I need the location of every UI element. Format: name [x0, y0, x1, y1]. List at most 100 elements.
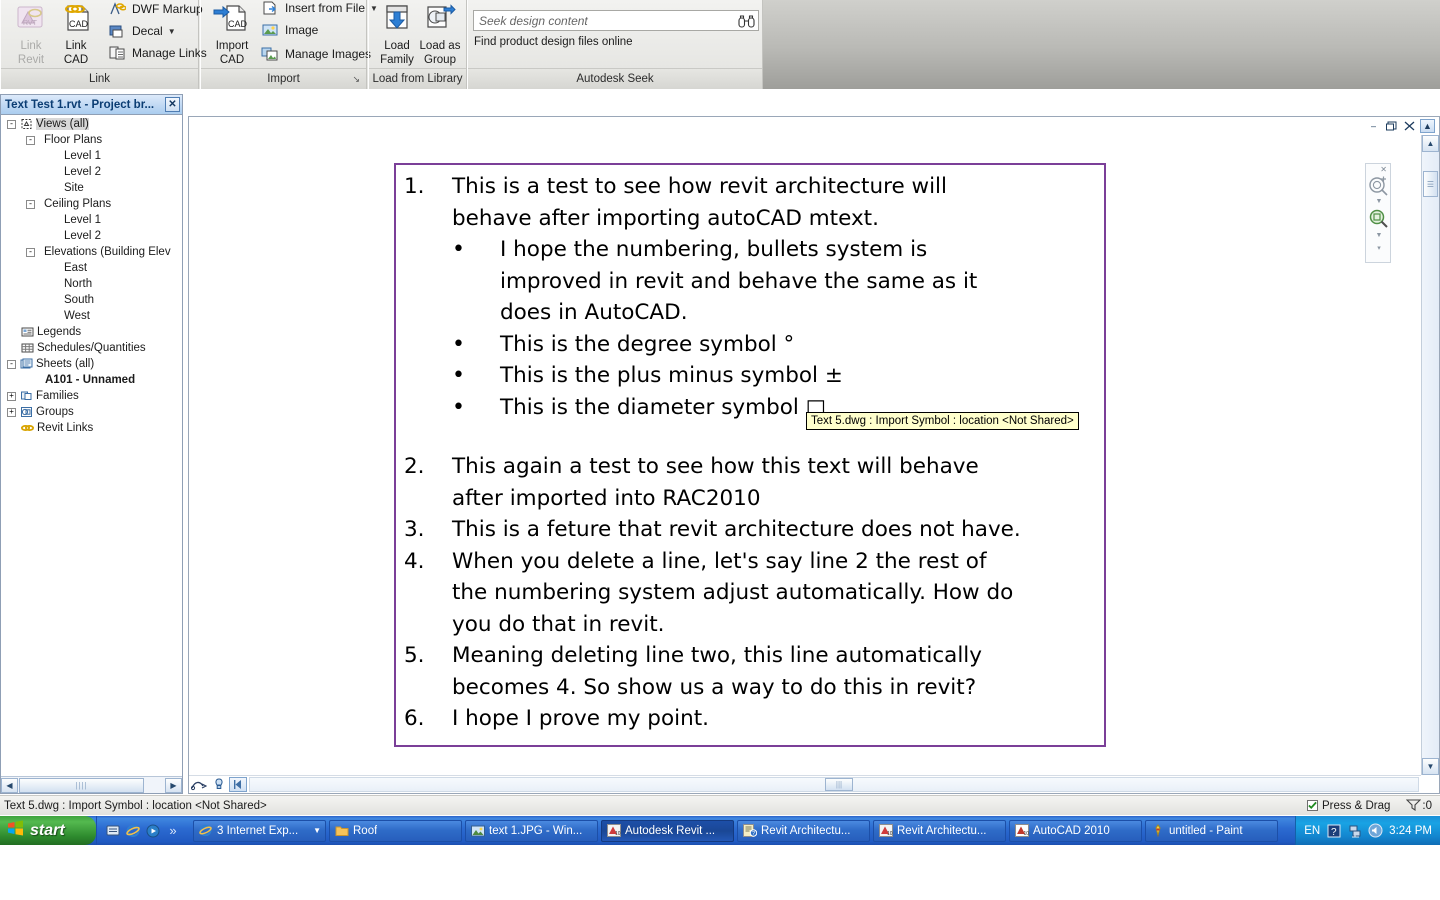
- binoculars-icon[interactable]: [734, 14, 758, 28]
- drawing-horizontal-scrollbar[interactable]: |||: [189, 775, 1421, 793]
- taskbar-button[interactable]: 10Revit Architectu...: [873, 820, 1006, 842]
- panel-title-autodesk-seek: Autodesk Seek: [468, 68, 762, 89]
- view-close-button[interactable]: [1402, 119, 1417, 133]
- tree-item-site[interactable]: Site: [1, 180, 182, 196]
- seek-input[interactable]: Seek design content: [474, 14, 734, 28]
- collapse-icon[interactable]: -: [26, 200, 35, 209]
- filter-icon[interactable]: [1406, 798, 1421, 814]
- project-browser-tree[interactable]: -Views (all)-Floor PlansLevel 1Level 2Si…: [1, 116, 182, 771]
- collapse-icon[interactable]: -: [26, 248, 35, 257]
- taskbar-button[interactable]: untitled - Paint: [1145, 820, 1278, 842]
- taskbar-button[interactable]: text 1.JPG - Win...: [465, 820, 598, 842]
- horizontal-scroll-thumb[interactable]: |||: [825, 778, 853, 791]
- taskbar-button[interactable]: ?Revit Architectu...: [737, 820, 870, 842]
- scroll-left-button[interactable]: ◀: [1, 778, 18, 793]
- navigation-bar[interactable]: ✕ ▼ ▼ ▾: [1365, 163, 1391, 263]
- tree-leaf-marker: [58, 166, 61, 179]
- press-and-drag-toggle[interactable]: Press & Drag: [1307, 800, 1390, 812]
- import-dialog-launcher-icon[interactable]: ↘: [352, 74, 360, 85]
- tree-item-revit-links[interactable]: Revit Links: [1, 420, 182, 436]
- media-player-icon[interactable]: [145, 823, 161, 839]
- press-and-drag-checkbox[interactable]: [1307, 800, 1318, 811]
- tree-item-schedules-quantities[interactable]: Schedules/Quantities: [1, 340, 182, 356]
- navigation-bar-close-icon[interactable]: ✕: [1380, 165, 1387, 174]
- view-minimize-button[interactable]: –: [1366, 119, 1381, 133]
- tree-item-sheets-all[interactable]: -Sheets (all): [1, 356, 182, 372]
- language-indicator[interactable]: EN: [1304, 825, 1320, 837]
- drawing-vertical-scrollbar[interactable]: ▲ ☰ ▼: [1421, 135, 1439, 775]
- tree-item-elevations-building-elev[interactable]: -Elevations (Building Elev: [1, 244, 182, 260]
- collapse-icon[interactable]: -: [7, 360, 16, 369]
- scroll-thumb[interactable]: ||||: [19, 778, 144, 793]
- taskbar-button[interactable]: 10Autodesk Revit ...: [601, 820, 734, 842]
- show-desktop-icon[interactable]: [105, 823, 121, 839]
- taskbar-button[interactable]: 3 Internet Exp...▼: [193, 820, 326, 842]
- project-browser-close-icon[interactable]: ✕: [165, 97, 180, 112]
- vertical-scroll-thumb[interactable]: ☰: [1423, 171, 1438, 197]
- tree-item-label: Ceiling Plans: [44, 198, 111, 210]
- collapse-icon[interactable]: -: [7, 120, 16, 129]
- decal-button[interactable]: Decal ▼: [106, 20, 176, 42]
- tree-item-ceiling-plans[interactable]: -Ceiling Plans: [1, 196, 182, 212]
- network-icon[interactable]: [1347, 823, 1362, 838]
- tree-item-east[interactable]: East: [1, 260, 182, 276]
- taskbar-buttons: 3 Internet Exp...▼Rooftext 1.JPG - Win..…: [187, 820, 1295, 842]
- tree-item-north[interactable]: North: [1, 276, 182, 292]
- decal-chevron-down-icon[interactable]: ▼: [168, 27, 176, 36]
- tree-item-families[interactable]: +Families: [1, 388, 182, 404]
- taskbar-group-chevron-down-icon[interactable]: ▼: [313, 826, 321, 835]
- tree-item-groups[interactable]: +Groups: [1, 404, 182, 420]
- scale-icon[interactable]: [189, 777, 209, 793]
- tree-item-a101-unnamed[interactable]: A101 - Unnamed: [1, 372, 182, 388]
- project-browser-horizontal-scrollbar[interactable]: ◀ |||| ▶: [1, 776, 182, 793]
- tree-item-west[interactable]: West: [1, 308, 182, 324]
- tree-item-floor-plans[interactable]: -Floor Plans: [1, 132, 182, 148]
- insert-from-file-button[interactable]: Insert from File ▼: [259, 0, 378, 19]
- tree-item-level-2[interactable]: Level 2: [1, 228, 182, 244]
- help-icon[interactable]: ?: [1326, 823, 1341, 838]
- start-button[interactable]: start: [0, 816, 96, 845]
- selection-filter[interactable]: :0: [1406, 798, 1432, 814]
- back-arrow-icon[interactable]: [229, 777, 247, 792]
- zoom-fit-dropdown-icon[interactable]: ▼: [1366, 232, 1392, 239]
- expand-icon[interactable]: +: [7, 392, 16, 401]
- mtext-line: This is a feture that revit architecture…: [452, 514, 1096, 546]
- expand-icon[interactable]: +: [7, 408, 16, 417]
- load-as-group-button[interactable]: Load as Group: [413, 4, 467, 67]
- scroll-down-button[interactable]: ▼: [1422, 758, 1439, 775]
- zoom-region-icon[interactable]: [1368, 176, 1390, 198]
- mtext-bullet-item: •This is the degree symbol °: [452, 329, 1096, 361]
- view-expand-button[interactable]: ▲: [1420, 119, 1435, 133]
- quick-launch-bar[interactable]: »: [96, 816, 187, 845]
- view-restore-button[interactable]: [1384, 119, 1399, 133]
- taskbar-button[interactable]: 10AutoCAD 2010: [1009, 820, 1142, 842]
- manage-images-button[interactable]: Manage Images: [259, 43, 371, 65]
- sun-icon[interactable]: [209, 777, 229, 793]
- taskbar-button[interactable]: Roof: [329, 820, 462, 842]
- imported-mtext-block[interactable]: 1.This is a test to see how revit archit…: [394, 163, 1106, 747]
- seek-search-box[interactable]: Seek design content: [473, 10, 759, 31]
- navigation-bar-overflow-icon[interactable]: ▾: [1366, 244, 1392, 252]
- tree-item-level-1[interactable]: Level 1: [1, 212, 182, 228]
- image-button[interactable]: Image: [259, 19, 318, 41]
- clock[interactable]: 3:24 PM: [1389, 825, 1432, 837]
- link-cad-button[interactable]: CAD Link CAD: [49, 4, 103, 67]
- horizontal-scroll-track[interactable]: |||: [249, 777, 1419, 792]
- drawing-canvas[interactable]: 1.This is a test to see how revit archit…: [189, 135, 1421, 775]
- tree-item-south[interactable]: South: [1, 292, 182, 308]
- collapse-icon[interactable]: -: [26, 136, 35, 145]
- import-cad-button[interactable]: CAD Import CAD: [205, 4, 259, 67]
- quick-launch-overflow-icon[interactable]: »: [165, 823, 181, 839]
- internet-explorer-icon[interactable]: [125, 823, 141, 839]
- manage-links-button[interactable]: Manage Links: [106, 42, 207, 64]
- volume-icon[interactable]: [1368, 823, 1383, 838]
- scroll-right-button[interactable]: ▶: [165, 778, 182, 793]
- tree-item-legends[interactable]: Legends: [1, 324, 182, 340]
- tree-item-level-2[interactable]: Level 2: [1, 164, 182, 180]
- zoom-region-dropdown-icon[interactable]: ▼: [1366, 198, 1392, 205]
- scroll-up-button[interactable]: ▲: [1422, 135, 1439, 152]
- zoom-fit-icon[interactable]: [1368, 208, 1390, 230]
- tree-item-views-all[interactable]: -Views (all): [1, 116, 182, 132]
- tree-item-level-1[interactable]: Level 1: [1, 148, 182, 164]
- dwf-markup-button[interactable]: DWF Markup: [106, 0, 203, 20]
